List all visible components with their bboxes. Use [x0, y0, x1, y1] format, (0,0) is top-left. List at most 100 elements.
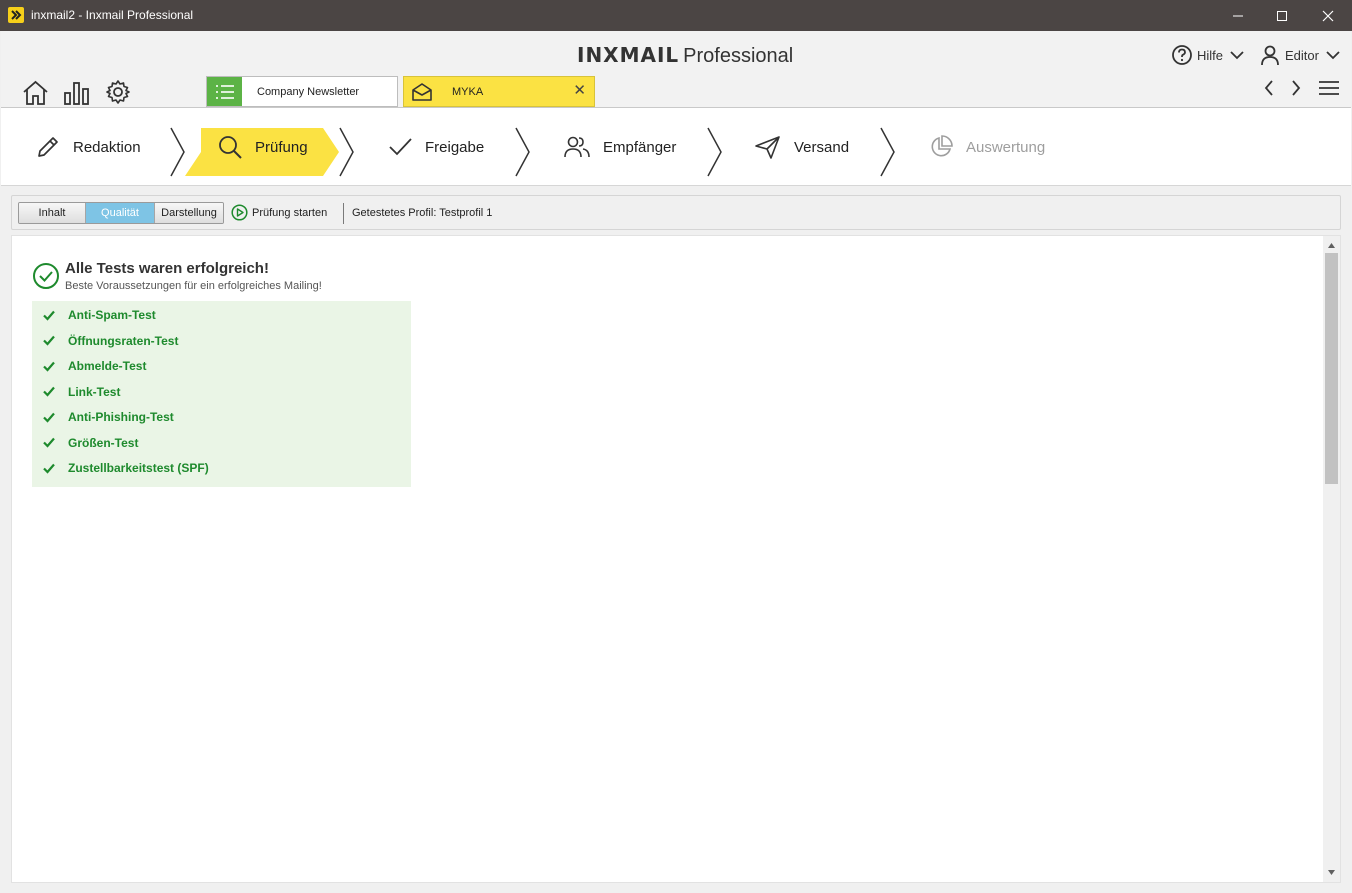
step-pruefung[interactable]: Prüfung	[217, 108, 308, 186]
tab-label: MYKA	[452, 86, 484, 98]
chevron-left-icon[interactable]	[1263, 79, 1275, 97]
result-subtitle: Beste Voraussetzungen für ein erfolgreic…	[65, 280, 322, 292]
pencil-icon	[38, 137, 58, 157]
close-icon	[1322, 10, 1334, 22]
check-icon	[43, 463, 55, 474]
tab-myka[interactable]: MYKA ✕	[403, 76, 595, 107]
chevron-down-icon	[1326, 51, 1340, 60]
tab-label: Company Newsletter	[257, 86, 360, 98]
user-icon	[1261, 45, 1279, 66]
test-result-item: Anti-Spam-Test	[43, 305, 156, 325]
toolbar-divider	[343, 203, 344, 224]
tab-close-icon[interactable]: ✕	[573, 83, 586, 98]
window-title: inxmail2 - Inxmail Professional	[31, 8, 194, 22]
chevron-down-icon	[1230, 51, 1244, 60]
step-label: Versand	[794, 138, 850, 156]
pie-chart-icon	[931, 135, 953, 157]
success-check-circle-icon	[33, 263, 59, 289]
step-versand[interactable]: Versand	[754, 108, 849, 186]
check-icon	[43, 386, 55, 397]
statistics-icon[interactable]	[63, 80, 91, 106]
step-label: Freigabe	[425, 138, 485, 156]
user-menu[interactable]: Editor	[1259, 43, 1345, 67]
check-icon	[43, 361, 55, 372]
test-result-item: Öffnungsraten-Test	[43, 331, 178, 351]
step-separator-chevron	[170, 127, 185, 177]
step-empfaenger[interactable]: Empfänger	[563, 108, 676, 186]
step-label: Redaktion	[73, 138, 141, 156]
test-name: Öffnungsraten-Test	[68, 333, 179, 348]
hamburger-menu-icon[interactable]	[1318, 80, 1340, 96]
test-result-item: Abmelde-Test	[43, 356, 146, 376]
play-circle-icon	[231, 204, 248, 221]
check-icon	[43, 310, 55, 321]
users-icon	[564, 136, 590, 158]
start-check-label: Prüfung starten	[252, 206, 328, 219]
step-separator-chevron	[880, 127, 895, 177]
app-header: INXMAIL Professional Hilfe Editor Compan…	[1, 31, 1351, 108]
test-result-item: Link-Test	[43, 382, 120, 402]
check-icon	[43, 335, 55, 346]
send-icon	[755, 136, 780, 159]
segment-darstellung[interactable]: Darstellung	[155, 203, 223, 223]
brand-product: Professional	[683, 45, 794, 67]
tab-accent	[207, 77, 242, 106]
maximize-icon	[1277, 11, 1287, 21]
workflow-steps: Redaktion Prüfung Freigabe Empfänger Ver…	[1, 108, 1351, 186]
home-icon[interactable]	[22, 80, 49, 106]
step-label: Prüfung	[255, 138, 308, 156]
step-freigabe[interactable]: Freigabe	[387, 108, 484, 186]
close-window-button[interactable]	[1305, 0, 1351, 31]
brand-logo: INXMAIL	[577, 43, 680, 67]
scroll-down-arrow-icon[interactable]	[1327, 868, 1336, 877]
step-label: Auswertung	[966, 138, 1046, 156]
test-name: Link-Test	[68, 384, 121, 399]
start-check-button[interactable]: Prüfung starten	[231, 204, 327, 221]
check-icon	[43, 412, 55, 423]
user-label: Editor	[1285, 47, 1319, 63]
minimize-icon	[1233, 15, 1243, 17]
step-label: Empfänger	[603, 138, 677, 156]
step-separator-chevron	[339, 127, 354, 177]
test-name: Abmelde-Test	[68, 359, 147, 373]
segment-qualitaet[interactable]: Qualität	[86, 203, 155, 223]
test-name: Anti-Spam-Test	[68, 308, 156, 322]
envelope-icon	[411, 82, 432, 101]
step-separator-chevron	[707, 127, 722, 177]
brand: INXMAIL Professional	[577, 43, 793, 68]
test-name: Zustellbarkeitstest (SPF)	[68, 461, 209, 475]
check-toolbar: Inhalt Qualität Darstellung Prüfung star…	[11, 195, 1341, 230]
test-result-item: Größen-Test	[43, 433, 138, 453]
step-auswertung: Auswertung	[928, 108, 1045, 186]
test-result-item: Anti-Phishing-Test	[43, 407, 174, 427]
maximize-button[interactable]	[1259, 0, 1305, 31]
settings-gear-icon[interactable]	[105, 79, 131, 105]
help-icon	[1172, 45, 1192, 65]
step-redaktion[interactable]: Redaktion	[35, 108, 141, 186]
vertical-scrollbar[interactable]	[1323, 236, 1340, 882]
result-title: Alle Tests waren erfolgreich!	[65, 260, 269, 277]
segment-inhalt[interactable]: Inhalt	[19, 203, 86, 223]
app-logo-icon	[8, 7, 24, 23]
check-results-panel: Alle Tests waren erfolgreich! Beste Vora…	[11, 235, 1341, 883]
view-segmented-control: Inhalt Qualität Darstellung	[18, 202, 224, 224]
scrollbar-thumb[interactable]	[1325, 253, 1338, 484]
list-icon	[215, 84, 234, 99]
search-icon	[219, 136, 242, 159]
help-label: Hilfe	[1197, 47, 1224, 63]
tested-profile-text: Getestetes Profil: Testprofil 1	[352, 207, 493, 219]
help-menu[interactable]: Hilfe	[1171, 43, 1249, 67]
test-name: Größen-Test	[68, 435, 139, 450]
scroll-up-arrow-icon[interactable]	[1327, 241, 1336, 250]
title-bar: inxmail2 - Inxmail Professional	[0, 0, 1352, 31]
check-icon	[43, 437, 55, 448]
test-result-item: Zustellbarkeitstest (SPF)	[43, 458, 209, 478]
tab-accent	[404, 77, 439, 106]
minimize-button[interactable]	[1215, 0, 1261, 31]
tab-company-newsletter[interactable]: Company Newsletter	[206, 76, 398, 107]
test-results-list: Anti-Spam-Test Öffnungsraten-Test Abmeld…	[32, 301, 411, 487]
check-icon	[389, 138, 412, 156]
chevron-right-icon[interactable]	[1290, 79, 1302, 97]
step-separator-chevron	[515, 127, 530, 177]
test-name: Anti-Phishing-Test	[68, 410, 174, 424]
